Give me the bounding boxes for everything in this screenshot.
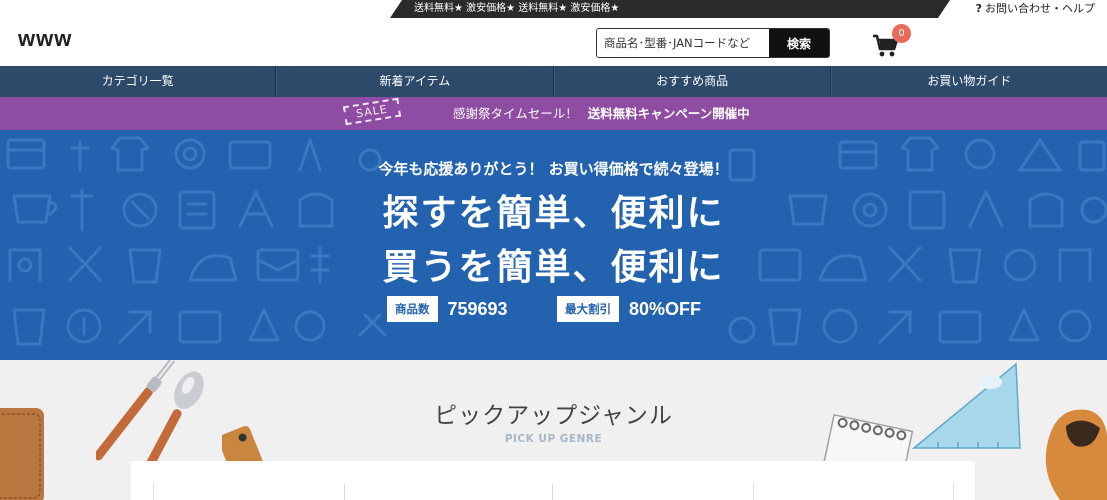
- hero-headline-1: 探すを簡単、便利に: [382, 193, 725, 234]
- hero-subtitle: 今年も応援ありがとう！ お買い得価格で続々登場！: [378, 160, 729, 178]
- nav-item-categories[interactable]: カテゴリ一覧: [0, 66, 277, 97]
- hero-headline-2: 買うを簡単、便利に: [382, 247, 725, 288]
- header: www 検索 0: [0, 18, 1107, 66]
- help-link[interactable]: ? お問い合わせ・ヘルプ: [976, 1, 1095, 17]
- page: 送料無料★ 激安価格★ 送料無料★ 激安価格★ ? お問い合わせ・ヘルプ www …: [0, 0, 1107, 500]
- stat-value: 759693: [447, 298, 508, 319]
- question-icon: ?: [975, 2, 982, 15]
- search-button[interactable]: 検索: [769, 29, 829, 57]
- help-link-label: お問い合わせ・ヘルプ: [985, 2, 1095, 15]
- nav-item-recommended[interactable]: おすすめ商品: [553, 66, 831, 97]
- site-logo[interactable]: www: [18, 26, 72, 52]
- genre-divider: [552, 484, 553, 500]
- genre-divider: [753, 484, 754, 500]
- genre-panel: [131, 461, 975, 500]
- nav-item-shopping-guide[interactable]: お買い物ガイド: [830, 66, 1107, 97]
- promo-ticker: 送料無料★ 激安価格★ 送料無料★ 激安価格★: [390, 0, 950, 18]
- main-nav: カテゴリ一覧 新着アイテム おすすめ商品 お買い物ガイド: [0, 66, 1107, 97]
- sale-banner-text: 感謝祭タイムセール！ 送料無料キャンペーン開催中: [453, 97, 750, 130]
- sale-banner-highlight: 送料無料キャンペーン開催中: [587, 106, 750, 121]
- stat-value: 80%OFF: [629, 298, 702, 319]
- search-box: 検索: [596, 28, 830, 58]
- hero-banner: 今年も応援ありがとう！ お買い得価格で続々登場！ 探すを簡単、便利に 買うを簡単…: [0, 130, 1107, 360]
- stat-product-count: 商品数 759693: [387, 296, 508, 322]
- sale-banner[interactable]: SALE 感謝祭タイムセール！ 送料無料キャンペーン開催中: [0, 97, 1107, 130]
- shoes-image: [1045, 409, 1107, 500]
- triangle-ruler-image: [911, 362, 1021, 449]
- genre-divider: [344, 484, 345, 500]
- sale-banner-label: 感謝祭タイムセール！: [453, 106, 578, 121]
- top-bar: 送料無料★ 激安価格★ 送料無料★ 激安価格★ ? お問い合わせ・ヘルプ: [0, 0, 1107, 18]
- stat-max-discount: 最大割引 80%OFF: [557, 296, 701, 322]
- cart-count-badge: 0: [892, 24, 911, 43]
- search-input[interactable]: [597, 29, 769, 57]
- genre-divider: [153, 484, 154, 500]
- sale-tag: SALE: [342, 97, 401, 126]
- nav-item-new-arrivals[interactable]: 新着アイテム: [276, 66, 554, 97]
- genre-divider: [953, 484, 954, 500]
- stat-label: 商品数: [387, 296, 438, 322]
- cart-button[interactable]: 0: [872, 24, 912, 60]
- pickup-genre-section: ピックアップジャンル PICK UP GENRE: [0, 360, 1107, 500]
- stat-label: 最大割引: [557, 296, 619, 322]
